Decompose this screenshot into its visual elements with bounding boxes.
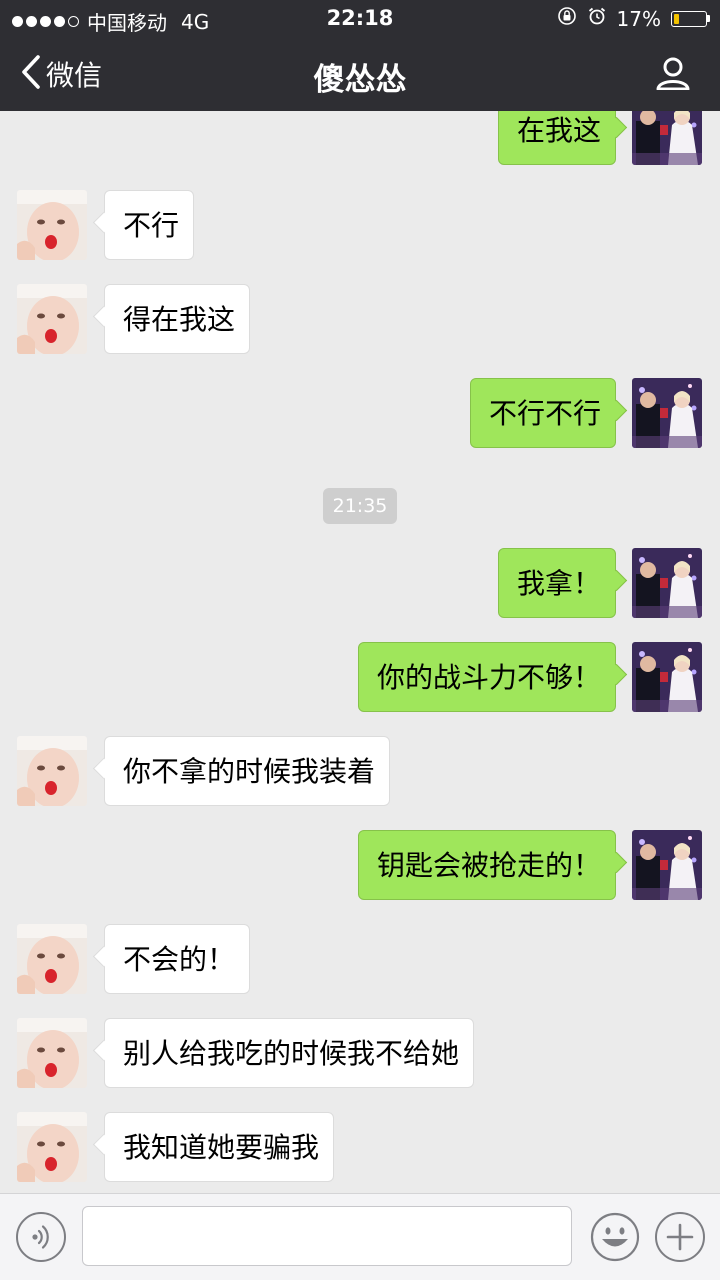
- back-label: 微信: [46, 59, 103, 92]
- outgoing-message: 不行不行: [0, 378, 720, 448]
- input-bar: [0, 1193, 720, 1280]
- outgoing-message: 你的战斗力不够！: [0, 642, 720, 712]
- contact-avatar[interactable]: [17, 284, 87, 354]
- message-bubble[interactable]: 你的战斗力不够！: [358, 642, 616, 712]
- contact-avatar[interactable]: [17, 1018, 87, 1088]
- contact-avatar[interactable]: [17, 190, 87, 260]
- my-avatar[interactable]: [632, 111, 702, 165]
- network-type: 4G: [181, 9, 210, 34]
- my-avatar[interactable]: [632, 548, 702, 618]
- voice-button[interactable]: [16, 1212, 66, 1262]
- contact-avatar[interactable]: [17, 924, 87, 994]
- incoming-message: 得在我这: [0, 284, 720, 354]
- alarm-icon: [587, 6, 607, 31]
- message-bubble[interactable]: 不行: [104, 190, 194, 260]
- plus-icon: [666, 1223, 694, 1251]
- incoming-message: 你不拿的时候我装着: [0, 736, 720, 806]
- chat-title: 傻怂怂: [313, 62, 407, 98]
- orientation-lock-icon: [557, 6, 577, 31]
- message-bubble[interactable]: 得在我这: [104, 284, 250, 354]
- outgoing-message: 钥匙会被抢走的！: [0, 830, 720, 900]
- message-bubble[interactable]: 我拿！: [498, 548, 616, 618]
- battery-icon: [671, 10, 710, 27]
- message-bubble[interactable]: 我知道她要骗我: [104, 1112, 334, 1182]
- emoji-button[interactable]: [590, 1212, 640, 1262]
- battery-percent: 17%: [616, 6, 661, 31]
- incoming-message: 别人给我吃的时候我不给她: [0, 1018, 720, 1088]
- chat-area[interactable]: 在我这不行得在我这不行不行我拿！ 你的战斗力不够！ 你不拿的时候我装着钥匙会被抢走的…: [0, 111, 720, 1193]
- message-bubble[interactable]: 钥匙会被抢走的！: [358, 830, 616, 900]
- profile-button[interactable]: [656, 56, 690, 94]
- message-bubble[interactable]: 别人给我吃的时候我不给她: [104, 1018, 474, 1088]
- chevron-left-icon: [20, 54, 42, 94]
- contact-avatar[interactable]: [17, 736, 87, 806]
- nav-bar: 微信 傻怂怂: [0, 38, 720, 111]
- message-bubble[interactable]: 不行不行: [470, 378, 616, 448]
- back-button[interactable]: 微信: [20, 54, 102, 94]
- person-icon: [656, 57, 690, 94]
- message-bubble[interactable]: 在我这: [498, 111, 616, 165]
- message-bubble[interactable]: 不会的！: [104, 924, 250, 994]
- incoming-message: 不行: [0, 190, 720, 260]
- status-right: 17%: [557, 6, 710, 31]
- incoming-message: 不会的！: [0, 924, 720, 994]
- carrier-name: 中国移动: [87, 11, 167, 35]
- my-avatar[interactable]: [632, 830, 702, 900]
- message-bubble[interactable]: 你不拿的时候我装着: [104, 736, 390, 806]
- outgoing-message: 在我这: [0, 111, 720, 165]
- status-bar: 中国移动 4G 22:18 17%: [0, 0, 720, 38]
- incoming-message: 我知道她要骗我: [0, 1112, 720, 1182]
- my-avatar[interactable]: [632, 378, 702, 448]
- signal-strength-icon: [12, 16, 79, 27]
- my-avatar[interactable]: [632, 642, 702, 712]
- contact-avatar[interactable]: [17, 1112, 87, 1182]
- more-button[interactable]: [655, 1212, 705, 1262]
- emoji-icon: [590, 1212, 640, 1262]
- message-input[interactable]: [82, 1206, 572, 1266]
- message-timestamp: 21:35: [323, 488, 397, 524]
- outgoing-message: 我拿！: [0, 548, 720, 618]
- status-left: 中国移动 4G: [12, 7, 209, 36]
- voice-icon: [32, 1225, 49, 1249]
